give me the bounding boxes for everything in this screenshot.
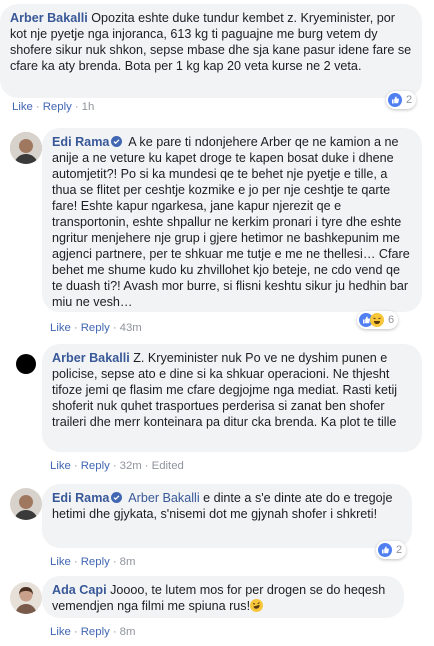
comment-time[interactable]: 1h (82, 101, 95, 113)
avatar[interactable] (16, 354, 36, 374)
comment-bubble: Edi Rama A ke pare ti ndonjehere Arber q… (42, 128, 422, 312)
reply-link[interactable]: Reply (81, 626, 110, 638)
comment-author[interactable]: Edi Rama (52, 135, 109, 149)
reply-link[interactable]: Reply (81, 556, 110, 568)
verified-badge-icon (111, 492, 123, 503)
mention-link[interactable]: Arber Bakalli (128, 491, 199, 505)
like-link[interactable]: Like (12, 101, 33, 113)
comment-actions: Like · Reply · 8m (50, 556, 136, 568)
comment-actions: Like · Reply · 43m (50, 322, 142, 334)
comment-time[interactable]: 8m (120, 556, 136, 568)
haha-reaction-icon (370, 313, 384, 327)
comment-author[interactable]: Arber Bakalli (52, 351, 130, 365)
like-link[interactable]: Like (50, 322, 71, 334)
comment-bubble: Arber Bakalli Z. Kryeminister nuk Po ve … (42, 344, 422, 452)
reaction-summary[interactable]: 2 (386, 91, 417, 109)
comment-author[interactable]: Ada Capi (52, 583, 107, 597)
verified-badge-icon (111, 136, 123, 147)
comment-time[interactable]: 8m (120, 626, 136, 638)
comment-actions: Like · Reply · 1h (12, 101, 95, 113)
like-reaction-icon (378, 543, 392, 557)
comment-bubble: Arber Bakalli Opozita eshte duke tundur … (0, 4, 422, 98)
comment-bubble: Ada Capi Joooo, te lutem mos for per dro… (42, 576, 404, 618)
reply-link[interactable]: Reply (81, 460, 110, 472)
edited-label[interactable]: Edited (152, 460, 184, 472)
avatar[interactable] (10, 132, 42, 164)
comment-text: A ke pare ti ndonjehere Arber qe ne kami… (52, 135, 410, 309)
comment-time[interactable]: 43m (120, 322, 142, 334)
like-link[interactable]: Like (50, 626, 71, 638)
rofl-emoji-icon (250, 599, 264, 612)
like-link[interactable]: Like (50, 556, 71, 568)
avatar[interactable] (10, 488, 42, 520)
reaction-count: 2 (406, 94, 413, 106)
comment-author[interactable]: Edi Rama (52, 491, 109, 505)
like-reaction-icon (388, 93, 402, 107)
reaction-summary[interactable]: 6 (357, 311, 399, 329)
reaction-count: 6 (388, 314, 395, 326)
reply-link[interactable]: Reply (43, 101, 72, 113)
comment-time[interactable]: 32m (120, 460, 142, 472)
reaction-count: 2 (396, 544, 403, 556)
comment-actions: Like · Reply · 32m · Edited (50, 460, 184, 472)
reply-link[interactable]: Reply (81, 322, 110, 334)
reaction-summary[interactable]: 2 (376, 541, 407, 559)
avatar[interactable] (10, 582, 42, 614)
comment-bubble: Edi Rama Arber Bakalli e dinte a s'e din… (42, 484, 412, 548)
comment-actions: Like · Reply · 8m (50, 626, 136, 638)
comment-author[interactable]: Arber Bakalli (10, 11, 88, 25)
like-link[interactable]: Like (50, 460, 71, 472)
